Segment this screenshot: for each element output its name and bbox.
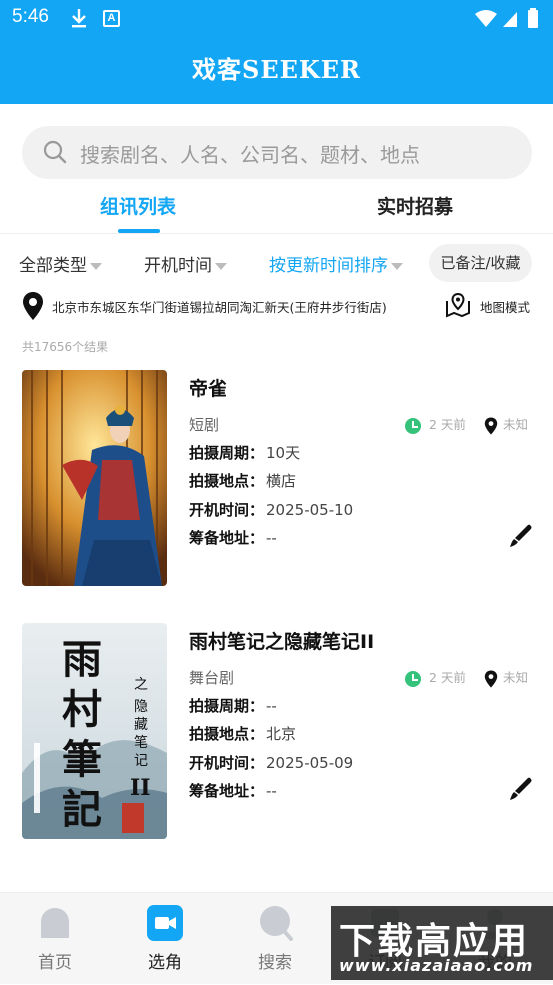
poster-image: 雨 村 筆 記 之隐藏 笔记 II — [22, 623, 167, 839]
watermark: 下载高应用 www.xiazaiaao.com — [331, 906, 553, 980]
field-label: 筹备地址： — [189, 782, 265, 800]
field-value: 横店 — [266, 472, 297, 490]
shoot-place-row: 拍摄地点： 横店 — [189, 470, 296, 491]
filter-sort-label: 按更新时间排序 — [269, 256, 388, 276]
svg-text:之: 之 — [134, 677, 148, 693]
signal-battery-icons — [475, 8, 538, 28]
location-pin-icon — [484, 670, 498, 687]
item-genre: 短剧 — [189, 416, 220, 434]
search-placeholder: 搜索剧名、人名、公司名、题材、地点 — [80, 143, 420, 167]
app-title: 戏客SEEKER — [191, 55, 361, 84]
status-time: 5:46 — [12, 6, 49, 27]
poster-char-3: 筆 — [62, 736, 102, 783]
location-pin-icon — [484, 417, 498, 434]
field-value: 10天 — [266, 444, 301, 462]
video-icon — [147, 905, 183, 941]
svg-text:笔: 笔 — [134, 735, 148, 751]
list-item[interactable]: 雨 村 筆 記 之隐藏 笔记 II 雨村笔记之隐藏笔记II 舞台剧 2 天前 未… — [0, 623, 553, 843]
clock-icon — [405, 417, 421, 434]
field-label: 筹备地址： — [189, 529, 265, 547]
updated-time: 2 天前 — [405, 667, 466, 687]
tab-home[interactable]: 首页 — [0, 893, 110, 985]
start-date-row: 开机时间： 2025-05-09 — [189, 752, 353, 773]
field-value: 2025-05-09 — [266, 754, 354, 772]
location-bar: 北京市东城区东华门街道锡拉胡同淘汇新天(王府井步行街店) 地图模式 — [0, 288, 553, 324]
tab-casting-label: 选角 — [148, 953, 182, 973]
field-value: 北京 — [266, 725, 297, 743]
field-label: 开机时间： — [189, 754, 265, 772]
field-label: 拍摄地点： — [189, 725, 265, 743]
notification-a-icon: A — [103, 10, 120, 27]
filter-sort-dropdown[interactable]: 按更新时间排序 — [269, 251, 403, 276]
location-pin-icon — [23, 292, 43, 320]
field-label: 拍摄地点： — [189, 472, 265, 490]
search-icon — [43, 140, 67, 164]
updated-label: 2 天前 — [429, 417, 466, 432]
field-label: 拍摄周期： — [189, 444, 265, 462]
tab-home-label: 首页 — [38, 953, 72, 973]
chevron-down-icon — [391, 262, 403, 270]
pen-icon[interactable] — [508, 523, 534, 549]
pen-icon[interactable] — [508, 776, 534, 802]
result-count: 共17656个结果 — [22, 340, 109, 354]
svg-text:记: 记 — [134, 753, 148, 769]
tab-casting[interactable]: 选角 — [110, 893, 220, 985]
map-mode-link[interactable]: 地图模式 — [480, 297, 530, 316]
tab-search[interactable]: 搜索 — [220, 893, 330, 985]
filter-bar: 全部类型 开机时间 按更新时间排序 已备注/收藏 — [0, 240, 553, 285]
loc-status-label: 未知 — [503, 670, 529, 685]
svg-text:藏: 藏 — [134, 717, 148, 733]
field-value: -- — [266, 529, 277, 547]
updated-label: 2 天前 — [429, 670, 466, 685]
loc-status-label: 未知 — [503, 417, 529, 432]
list-item[interactable]: 帝雀 短剧 2 天前 未知 拍摄周期： 10天 拍摄地点： 横店 开机时间： 2025… — [0, 370, 553, 590]
field-label: 拍摄周期： — [189, 697, 265, 715]
tab-live-recruit[interactable]: 实时招募 — [377, 192, 453, 219]
saved-filter-button[interactable]: 已备注/收藏 — [429, 244, 532, 282]
filter-start-dropdown[interactable]: 开机时间 — [144, 251, 227, 276]
prep-address-row: 筹备地址： -- — [189, 780, 277, 801]
location-status: 未知 — [484, 667, 528, 688]
svg-text:隐: 隐 — [134, 699, 148, 715]
filter-type-label: 全部类型 — [19, 256, 87, 276]
field-label: 开机时间： — [189, 501, 265, 519]
shoot-period-row: 拍摄周期： 10天 — [189, 442, 300, 463]
status-bar: 5:46 A — [0, 0, 553, 38]
tab-group-list[interactable]: 组讯列表 — [100, 192, 176, 219]
start-date-row: 开机时间： 2025-05-10 — [189, 499, 353, 520]
home-icon — [41, 908, 69, 938]
field-value: 2025-05-10 — [266, 501, 354, 519]
item-genre: 舞台剧 — [189, 669, 235, 687]
item-title[interactable]: 雨村笔记之隐藏笔记II — [189, 627, 374, 654]
current-address[interactable]: 北京市东城区东华门街道锡拉胡同淘汇新天(王府井步行街店) — [52, 297, 387, 316]
item-title[interactable]: 帝雀 — [189, 374, 227, 401]
chevron-down-icon — [90, 262, 102, 270]
shoot-place-row: 拍摄地点： 北京 — [189, 723, 296, 744]
poster-char-1: 雨 — [62, 636, 102, 683]
top-tabs: 组讯列表 实时招募 — [0, 180, 553, 234]
tab-search-label: 搜索 — [258, 953, 292, 973]
poster-image — [22, 370, 167, 586]
tab-indicator — [118, 229, 160, 233]
prep-address-row: 筹备地址： -- — [189, 527, 277, 548]
map-icon[interactable] — [444, 291, 472, 319]
clock-icon — [405, 670, 421, 687]
svg-text:II: II — [130, 775, 151, 801]
updated-time: 2 天前 — [405, 414, 466, 434]
field-value: -- — [266, 697, 277, 715]
shoot-period-row: 拍摄周期： -- — [189, 695, 277, 716]
filter-start-label: 开机时间 — [144, 256, 212, 276]
download-icon — [72, 9, 86, 28]
app-header: 5:46 A 戏客SEEKER — [0, 0, 553, 104]
field-value: -- — [266, 782, 277, 800]
location-status: 未知 — [484, 414, 528, 435]
search-icon — [260, 906, 293, 941]
watermark-url: www.xiazaiaao.com — [339, 956, 534, 975]
chevron-down-icon — [215, 262, 227, 270]
filter-type-dropdown[interactable]: 全部类型 — [19, 251, 102, 276]
poster-char-2: 村 — [62, 686, 102, 733]
search-input[interactable]: 搜索剧名、人名、公司名、题材、地点 — [22, 126, 532, 179]
poster-char-4: 記 — [62, 786, 102, 833]
